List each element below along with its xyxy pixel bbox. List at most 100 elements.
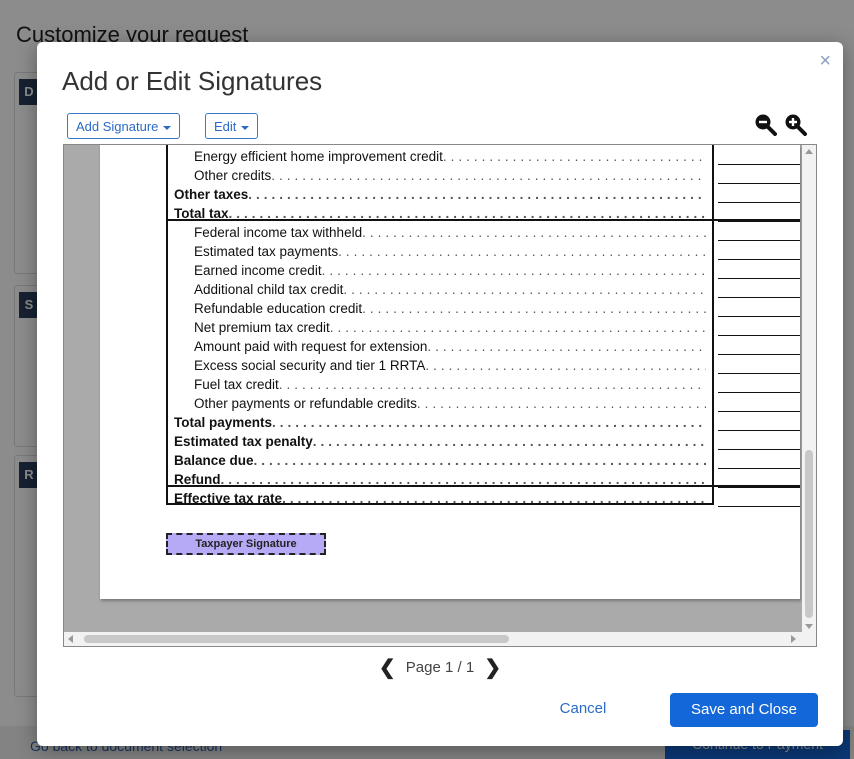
- edit-dropdown[interactable]: Edit: [205, 113, 259, 139]
- table-row: Refundable education credit.............…: [194, 299, 706, 318]
- amount-cell: [718, 430, 800, 431]
- amount-cell: [718, 449, 800, 450]
- previous-page-icon[interactable]: ❮: [373, 655, 402, 680]
- document-viewer[interactable]: Energy efficient home improvement credit…: [63, 144, 817, 647]
- dot-leader: ........................................…: [442, 149, 706, 164]
- amount-cell: [718, 506, 800, 507]
- tax-summary-table: Energy efficient home improvement credit…: [166, 145, 800, 508]
- amount-cell: [718, 297, 800, 298]
- document-page: Energy efficient home improvement credit…: [100, 145, 800, 599]
- close-icon[interactable]: ×: [819, 50, 831, 73]
- table-row: Earned income credit....................…: [194, 261, 706, 280]
- modal-title: Add or Edit Signatures: [62, 66, 323, 96]
- dot-leader: ........................................…: [427, 339, 706, 354]
- table-row: Total payments..........................…: [174, 413, 706, 432]
- edit-label: Edit: [214, 119, 237, 134]
- row-label: Refund: [174, 472, 221, 487]
- table-row: Energy efficient home improvement credit…: [194, 147, 706, 166]
- row-label: Effective tax rate: [174, 491, 283, 506]
- amount-cell: [718, 392, 800, 393]
- table-row: Total tax...............................…: [174, 204, 706, 223]
- table-row: Effective tax rate......................…: [174, 489, 706, 508]
- table-row: Other taxes.............................…: [174, 185, 706, 204]
- row-label: Total payments: [174, 415, 273, 430]
- dot-leader: ........................................…: [271, 168, 706, 183]
- row-label: Other taxes: [174, 187, 249, 202]
- vertical-scroll-thumb[interactable]: [805, 450, 813, 618]
- amount-cell: [718, 335, 800, 336]
- row-label: Refundable education credit: [194, 301, 363, 316]
- amount-cell: [718, 411, 800, 412]
- table-row: Estimated tax penalty...................…: [174, 432, 706, 451]
- table-row: Other credits...........................…: [194, 166, 706, 185]
- amount-cell: [718, 316, 800, 317]
- row-label: Fuel tax credit: [194, 377, 279, 392]
- dot-leader: ........................................…: [278, 377, 706, 392]
- dot-leader: ........................................…: [321, 263, 706, 278]
- row-label: Excess social security and tier 1 RRTA: [194, 358, 426, 373]
- row-label: Amount paid with request for extension: [194, 339, 428, 354]
- save-and-close-button[interactable]: Save and Close: [670, 693, 818, 727]
- cancel-button[interactable]: Cancel: [543, 697, 623, 721]
- table-row: Amount paid with request for extension..…: [194, 337, 706, 356]
- add-signature-dropdown[interactable]: Add Signature: [67, 113, 181, 139]
- amount-cell: [718, 164, 800, 165]
- row-label: Additional child tax credit: [194, 282, 344, 297]
- row-label: Energy efficient home improvement credit: [194, 149, 443, 164]
- row-label: Estimated tax payments: [194, 244, 339, 259]
- taxpayer-signature-field[interactable]: Taxpayer Signature: [166, 533, 326, 555]
- dot-leader: ........................................…: [312, 434, 706, 449]
- row-label: Federal income tax withheld: [194, 225, 363, 240]
- next-page-icon[interactable]: ❯: [478, 655, 507, 680]
- scroll-left-icon[interactable]: [68, 635, 73, 643]
- dot-leader: ........................................…: [248, 187, 706, 202]
- dot-leader: ........................................…: [253, 453, 706, 468]
- dot-leader: ........................................…: [338, 244, 706, 259]
- zoom-out-icon[interactable]: [753, 112, 777, 136]
- zoom-in-icon[interactable]: [783, 112, 807, 136]
- row-label: Other payments or refundable credits: [194, 396, 417, 411]
- table-row: Balance due.............................…: [174, 451, 706, 470]
- dot-leader: ........................................…: [272, 415, 706, 430]
- dot-leader: ........................................…: [425, 358, 706, 373]
- amount-cell: [718, 373, 800, 374]
- row-label: Total tax: [174, 206, 229, 221]
- amount-cell: [718, 487, 800, 488]
- dot-leader: ........................................…: [220, 472, 707, 487]
- scroll-up-icon[interactable]: [805, 149, 813, 154]
- table-row: Estimated tax payments..................…: [194, 242, 706, 261]
- amount-cell: [718, 183, 800, 184]
- dot-leader: ........................................…: [416, 396, 706, 411]
- amount-cell: [718, 259, 800, 260]
- amount-cell: [718, 468, 800, 469]
- dot-leader: ........................................…: [362, 225, 706, 240]
- amount-cell: [718, 221, 800, 222]
- table-row: Federal income tax withheld.............…: [194, 223, 706, 242]
- table-row: Excess social security and tier 1 RRTA..…: [194, 356, 706, 375]
- row-label: Estimated tax penalty: [174, 434, 313, 449]
- horizontal-scrollbar[interactable]: [64, 632, 816, 646]
- amount-cell: [718, 202, 800, 203]
- table-row: Net premium tax credit..................…: [194, 318, 706, 337]
- row-label: Other credits: [194, 168, 272, 183]
- amount-cell: [718, 354, 800, 355]
- vertical-scrollbar[interactable]: [802, 145, 816, 633]
- page-indicator: Page 1 / 1: [405, 659, 475, 676]
- table-row: Other payments or refundable credits....…: [194, 394, 706, 413]
- dot-leader: ........................................…: [282, 491, 706, 506]
- scroll-right-icon[interactable]: [791, 635, 796, 643]
- table-row: Additional child tax credit.............…: [194, 280, 706, 299]
- horizontal-scroll-thumb[interactable]: [84, 635, 509, 643]
- row-label: Earned income credit: [194, 263, 322, 278]
- dot-leader: ........................................…: [343, 282, 706, 297]
- dot-leader: ........................................…: [362, 301, 706, 316]
- table-row: Refund..................................…: [174, 470, 706, 489]
- row-label: Net premium tax credit: [194, 320, 330, 335]
- add-signature-label: Add Signature: [76, 119, 159, 134]
- add-edit-signatures-modal: Add or Edit Signatures × Add Signature E…: [37, 42, 843, 746]
- scroll-down-icon[interactable]: [805, 624, 813, 629]
- amount-cell: [718, 240, 800, 241]
- dot-leader: ........................................…: [228, 206, 706, 221]
- row-label: Balance due: [174, 453, 254, 468]
- pagination: ❮ Page 1 / 1 ❯: [37, 655, 843, 680]
